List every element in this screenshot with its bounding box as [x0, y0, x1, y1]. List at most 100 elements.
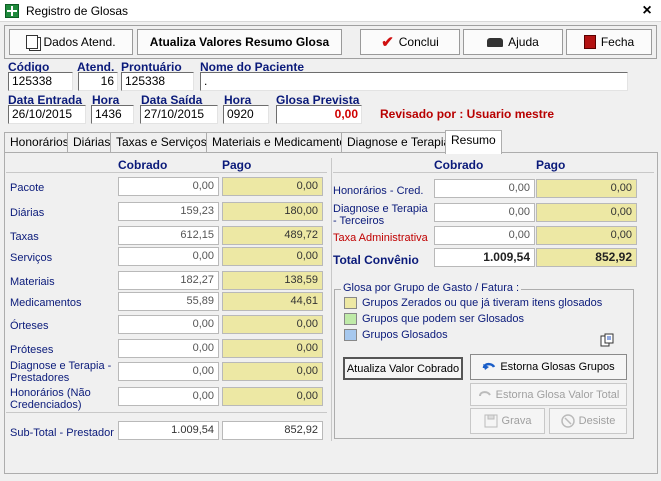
proteses-cobrado: 0,00	[118, 339, 219, 358]
materiais-cobrado: 182,27	[118, 271, 219, 290]
diagnose-prestadores-pago: 0,00	[222, 362, 323, 381]
legend-swatch-glosados	[344, 329, 357, 341]
right-pago-header: Pago	[536, 158, 566, 172]
revisado-por-text: Revisado por : Usuario mestre	[380, 107, 555, 121]
hora-saida-field[interactable]: 0920	[223, 105, 269, 124]
undo-arrow-icon	[478, 388, 492, 402]
estorna-glosa-valor-total-label: Estorna Glosa Valor Total	[495, 388, 620, 401]
prontuario-field[interactable]: 125338	[121, 72, 194, 91]
car-icon	[487, 37, 504, 47]
dados-atend-label: Dados Atend.	[43, 35, 116, 49]
total-convenio-label: Total Convênio	[333, 253, 419, 267]
app-icon	[5, 4, 19, 18]
taxas-pago: 489,72	[222, 226, 323, 245]
ajuda-label: Ajuda	[508, 35, 539, 49]
glosa-prevista-field[interactable]: 0,00	[276, 105, 362, 124]
subtotal-label: Sub-Total - Prestador	[10, 427, 114, 439]
divider	[6, 172, 327, 173]
servicos-label: Serviços	[10, 252, 53, 264]
atualiza-valores-button[interactable]: Atualiza Valores Resumo Glosa	[137, 29, 342, 55]
estorna-glosas-grupos-button[interactable]: Estorna Glosas Grupos	[470, 354, 627, 380]
document-icon	[26, 35, 39, 49]
honorarios-nao-cred-pago: 0,00	[222, 387, 323, 406]
glosa-group-title: Glosa por Grupo de Gasto / Fatura :	[341, 282, 522, 294]
proteses-label: Próteses	[10, 344, 54, 356]
pacote-cobrado: 0,00	[118, 177, 219, 196]
honorarios-nao-cred-label: Honorários (Não Credenciados)	[10, 387, 91, 411]
atualiza-valores-label: Atualiza Valores Resumo Glosa	[149, 35, 330, 49]
toolbar: Dados Atend. Atualiza Valores Resumo Glo…	[4, 25, 657, 59]
honorarios-cred-pago: 0,00	[536, 179, 637, 198]
left-cobrado-header: Cobrado	[118, 158, 168, 172]
window-title: Registro de Glosas	[26, 4, 129, 18]
pacote-pago: 0,00	[222, 177, 323, 196]
diarias-cobrado: 159,23	[118, 202, 219, 221]
tab-taxas-servicos[interactable]: Taxas e Serviços	[110, 132, 213, 152]
legend-podem-label: Grupos que podem ser Glosados	[362, 313, 525, 325]
desiste-button[interactable]: Desiste	[549, 408, 627, 434]
diagnose-terceiros-label: Diagnose e Terapia - Terceiros	[333, 203, 428, 227]
taxa-administrativa-cobrado: 0,00	[434, 226, 535, 245]
grava-button[interactable]: Grava	[470, 408, 545, 434]
divider	[333, 172, 654, 173]
diarias-pago: 180,00	[222, 202, 323, 221]
atend-field[interactable]: 16	[78, 72, 118, 91]
divider	[6, 412, 327, 413]
medicamentos-label: Medicamentos	[10, 297, 82, 309]
data-saida-field[interactable]: 27/10/2015	[140, 105, 218, 124]
hora-entrada-field[interactable]: 1436	[91, 105, 134, 124]
orteses-cobrado: 0,00	[118, 315, 219, 334]
fecha-button[interactable]: Fecha	[566, 29, 652, 55]
estorna-glosa-valor-total-button[interactable]: Estorna Glosa Valor Total	[470, 383, 627, 406]
taxa-administrativa-label: Taxa Administrativa	[333, 232, 428, 244]
servicos-cobrado: 0,00	[118, 247, 219, 266]
diarias-label: Diárias	[10, 207, 45, 219]
tab-resumo[interactable]: Resumo	[445, 130, 502, 154]
orteses-label: Órteses	[10, 320, 49, 332]
proteses-pago: 0,00	[222, 339, 323, 358]
dados-atend-button[interactable]: Dados Atend.	[9, 29, 133, 55]
diagnose-prestadores-label: Diagnose e Terapia - Prestadores	[10, 360, 112, 384]
codigo-field[interactable]: 125338	[8, 72, 73, 91]
honorarios-cred-cobrado: 0,00	[434, 179, 535, 198]
tab-diarias[interactable]: Diárias	[67, 132, 117, 152]
materiais-pago: 138,59	[222, 271, 323, 290]
nome-field[interactable]: .	[200, 72, 628, 91]
diagnose-prestadores-cobrado: 0,00	[118, 362, 219, 381]
cancel-icon	[560, 414, 575, 428]
ajuda-button[interactable]: Ajuda	[463, 29, 563, 55]
subtotal-pago: 852,92	[222, 421, 323, 440]
total-convenio-cobrado: 1.009,54	[434, 248, 535, 267]
legend-zerados-label: Grupos Zerados ou que já tiveram itens g…	[362, 297, 603, 309]
right-cobrado-header: Cobrado	[434, 158, 484, 172]
conclui-button[interactable]: ✔ Conclui	[360, 29, 460, 55]
conclui-label: Conclui	[398, 35, 439, 49]
pacote-label: Pacote	[10, 182, 45, 194]
legend-swatch-zerados	[344, 297, 357, 309]
tab-diagnose-terapia[interactable]: Diagnose e Terapia	[341, 132, 457, 152]
diagnose-terceiros-cobrado: 0,00	[434, 203, 535, 222]
edit-tools-icon[interactable]	[600, 333, 614, 347]
atualiza-valor-cobrado-button[interactable]: Atualiza Valor Cobrado	[343, 357, 463, 380]
checkmark-icon: ✔	[381, 34, 394, 51]
desiste-label: Desiste	[578, 415, 616, 427]
exit-door-icon	[583, 35, 596, 49]
medicamentos-pago: 44,61	[222, 292, 323, 311]
close-button[interactable]: ×	[636, 1, 658, 21]
tab-materiais-medicamentos[interactable]: Materiais e Medicamentos	[206, 132, 359, 152]
column-divider	[331, 158, 332, 441]
legend-swatch-podem	[344, 313, 357, 325]
total-convenio-pago: 852,92	[536, 248, 637, 267]
data-entrada-field[interactable]: 26/10/2015	[8, 105, 86, 124]
taxas-cobrado: 612,15	[118, 226, 219, 245]
taxas-label: Taxas	[10, 231, 39, 243]
grava-label: Grava	[501, 415, 532, 427]
honorarios-cred-label: Honorários - Cred.	[333, 185, 424, 197]
taxa-administrativa-pago: 0,00	[536, 226, 637, 245]
tab-honorarios[interactable]: Honorários	[4, 132, 75, 152]
honorarios-nao-cred-cobrado: 0,00	[118, 387, 219, 406]
fecha-label: Fecha	[600, 35, 635, 49]
medicamentos-cobrado: 55,89	[118, 292, 219, 311]
subtotal-cobrado: 1.009,54	[118, 421, 219, 440]
orteses-pago: 0,00	[222, 315, 323, 334]
